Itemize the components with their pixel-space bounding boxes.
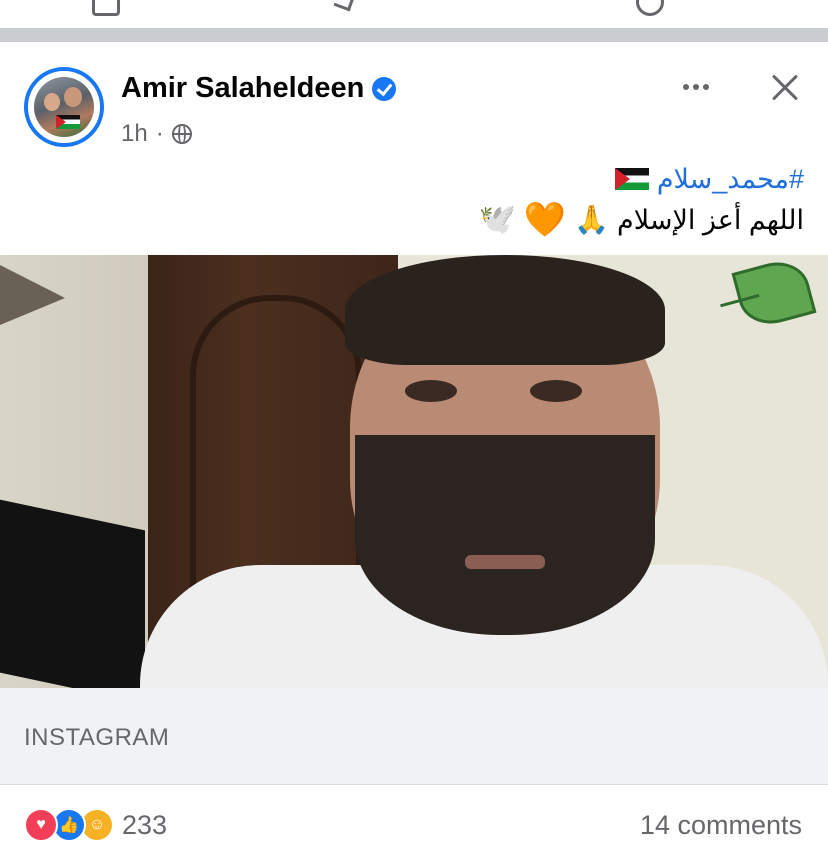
dove-emoji-icon: 🕊️ [478, 203, 516, 236]
comments-count[interactable]: 14 comments [640, 810, 802, 841]
post-footer: ♥ 👍 ☺ 233 14 comments [0, 784, 828, 860]
close-icon[interactable] [764, 68, 804, 108]
heart-emoji-icon: 🧡 [523, 201, 567, 239]
avatar-image [34, 77, 94, 137]
share-action-icon[interactable] [636, 0, 664, 16]
comment-action-icon[interactable] [330, 0, 352, 10]
author-row: Amir Salaheldeen [121, 72, 397, 105]
reactions-summary[interactable]: ♥ 👍 ☺ 233 [24, 808, 167, 842]
palestine-flag-icon [614, 168, 649, 190]
author-avatar[interactable] [24, 67, 104, 147]
prayer-line: اللهم أعز الإسلام 🙏 🧡 🕊️ [478, 200, 804, 240]
post-caption: #محمد_سلام اللهم أعز الإسلام 🙏 🧡 🕊️ [478, 160, 804, 240]
link-preview[interactable]: INSTAGRAM [0, 688, 828, 785]
verified-badge-icon [372, 76, 397, 101]
hashtag-line: #محمد_سلام [478, 160, 804, 198]
post-time[interactable]: 1h [121, 120, 148, 148]
meta-separator: · [155, 120, 164, 147]
caption-text: اللهم أعز الإسلام [617, 205, 804, 235]
globe-icon[interactable] [171, 124, 192, 144]
pray-emoji-icon: 🙏 [574, 204, 610, 235]
feed-divider [0, 28, 828, 42]
love-reaction-icon: ♥ [24, 808, 58, 842]
reactions-count: 233 [122, 809, 168, 840]
more-options-icon[interactable] [672, 72, 720, 102]
hashtag-link[interactable]: #محمد_سلام [657, 160, 804, 198]
link-source: INSTAGRAM [24, 724, 170, 751]
post-header: Amir Salaheldeen 1h · [0, 42, 828, 160]
author-name[interactable]: Amir Salaheldeen [121, 72, 364, 105]
previous-post-action-bar [0, 0, 828, 28]
post-meta: 1h · [121, 120, 192, 148]
like-action-icon[interactable] [92, 0, 120, 16]
post-video[interactable] [0, 255, 828, 688]
